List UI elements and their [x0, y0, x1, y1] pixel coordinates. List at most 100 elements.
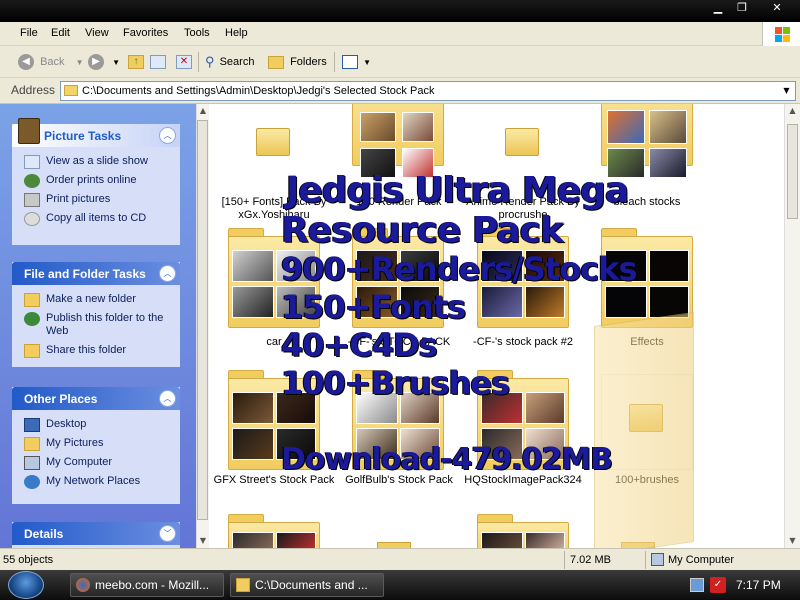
- overlay-line-7: Download-479.02MB: [281, 442, 613, 477]
- close-button[interactable]: ✕: [767, 1, 787, 16]
- task-label: Print pictures: [46, 193, 111, 205]
- taskbar-button-firefox[interactable]: meebo.com - Mozill...: [70, 573, 224, 597]
- back-label: Back: [40, 56, 65, 68]
- search-icon: ⚲: [205, 54, 215, 70]
- task-publish-web[interactable]: Publish this folder to the Web: [24, 312, 170, 338]
- taskbar-clock[interactable]: 7:17 PM: [736, 578, 781, 592]
- restore-button[interactable]: ❐: [732, 1, 752, 16]
- start-button[interactable]: [8, 571, 44, 599]
- search-button[interactable]: ⚲ Search: [205, 52, 254, 72]
- file-view-scrollbar[interactable]: ▲ ▼: [784, 104, 800, 548]
- overlay-line-6: 100+Brushes: [281, 364, 510, 402]
- status-object-count: 55 objects: [3, 554, 54, 566]
- folder-tile[interactable]: [228, 104, 320, 174]
- picture-tasks-title: Picture Tasks: [44, 129, 122, 143]
- status-size: 7.02 MB: [570, 554, 611, 566]
- cd-icon: [24, 212, 40, 226]
- overlay-line-4: 150+Fonts: [281, 288, 466, 326]
- menu-file[interactable]: File: [20, 27, 38, 39]
- task-copy-to-cd[interactable]: Copy all items to CD: [24, 212, 170, 226]
- taskbar: meebo.com - Mozill... C:\Documents and .…: [0, 570, 800, 600]
- scroll-up-icon[interactable]: ▲: [197, 104, 209, 118]
- scroll-thumb[interactable]: [197, 120, 208, 520]
- menu-bar: File Edit View Favorites Tools Help: [0, 22, 800, 46]
- delete-button[interactable]: ✕: [176, 52, 192, 72]
- task-share-folder[interactable]: Share this folder: [24, 344, 170, 358]
- picture-tasks-header[interactable]: Picture Tasks ︿: [12, 118, 180, 147]
- picture-tasks-box: Picture Tasks ︿ View as a slide show Ord…: [12, 118, 180, 245]
- up-folder-button[interactable]: ↑: [128, 52, 144, 72]
- menu-view[interactable]: View: [85, 27, 109, 39]
- overlay-line-5: 40+C4Ds: [281, 326, 438, 364]
- antivirus-tray-icon[interactable]: ✓: [710, 577, 726, 593]
- chevron-down-icon[interactable]: ▼: [779, 83, 794, 99]
- other-places-header[interactable]: Other Places ︿: [12, 387, 180, 410]
- folder-tile[interactable]: [477, 514, 569, 548]
- network-icon: [24, 475, 40, 489]
- menu-help[interactable]: Help: [225, 27, 248, 39]
- menu-tools[interactable]: Tools: [184, 27, 210, 39]
- move-to-button[interactable]: [150, 52, 166, 72]
- folder-icon: [64, 85, 78, 96]
- place-network[interactable]: My Network Places: [24, 475, 170, 489]
- folder-tile[interactable]: [477, 104, 569, 174]
- window-title-bar: ▁ ❐ ✕: [0, 0, 800, 22]
- place-desktop[interactable]: Desktop: [24, 418, 170, 432]
- menu-favorites[interactable]: Favorites: [123, 27, 168, 39]
- task-print-pictures[interactable]: Print pictures: [24, 193, 170, 207]
- place-my-pictures[interactable]: My Pictures: [24, 437, 170, 451]
- task-label: Publish this folder to the Web: [46, 312, 164, 337]
- firefox-icon: [76, 578, 90, 592]
- task-order-prints[interactable]: Order prints online: [24, 174, 170, 188]
- scroll-down-icon[interactable]: ▼: [197, 534, 209, 548]
- place-label: Desktop: [46, 418, 87, 430]
- back-button[interactable]: ◀ Back ▼: [18, 52, 84, 72]
- place-label: My Pictures: [46, 437, 104, 449]
- status-bar: 55 objects 7.02 MB My Computer: [0, 548, 800, 570]
- computer-icon: [24, 456, 40, 470]
- chevron-down-icon: ▼: [363, 58, 371, 67]
- address-bar: Address C:\Documents and Settings\Admin\…: [0, 78, 800, 104]
- file-folder-tasks-title: File and Folder Tasks: [24, 267, 146, 281]
- expand-icon[interactable]: ﹀: [159, 525, 176, 542]
- scroll-up-icon[interactable]: ▲: [785, 104, 800, 118]
- folders-button[interactable]: Folders: [268, 52, 327, 72]
- share-folder-icon: [24, 344, 40, 358]
- new-folder-icon: [24, 293, 40, 307]
- scroll-thumb[interactable]: [787, 124, 798, 219]
- place-my-computer[interactable]: My Computer: [24, 456, 170, 470]
- computer-icon: [651, 553, 664, 566]
- collapse-icon[interactable]: ︿: [159, 265, 176, 282]
- other-places-title: Other Places: [24, 392, 98, 406]
- forward-button[interactable]: ▶ ▼: [88, 52, 120, 72]
- address-field[interactable]: C:\Documents and Settings\Admin\Desktop\…: [60, 81, 796, 101]
- folder-tile[interactable]: [228, 514, 320, 548]
- windows-logo-icon: [762, 22, 800, 46]
- task-new-folder[interactable]: Make a new folder: [24, 293, 170, 307]
- move-to-icon: [150, 55, 166, 70]
- collapse-icon[interactable]: ︿: [159, 390, 176, 407]
- taskbar-button-label: meebo.com - Mozill...: [95, 578, 210, 592]
- file-folder-tasks-header[interactable]: File and Folder Tasks ︿: [12, 262, 180, 285]
- task-pane-scrollbar[interactable]: ▲ ▼: [196, 104, 209, 548]
- folder-icon: [256, 128, 290, 156]
- minimize-button[interactable]: ▁: [708, 1, 728, 16]
- folder-icon: [236, 578, 250, 592]
- task-label: Make a new folder: [46, 293, 136, 305]
- folders-label: Folders: [290, 56, 327, 68]
- views-button[interactable]: ▼: [342, 52, 371, 72]
- taskbar-button-explorer[interactable]: C:\Documents and ...: [230, 573, 384, 597]
- search-label: Search: [219, 56, 255, 68]
- pictures-folder-icon: [24, 437, 40, 451]
- folder-label[interactable]: -CF-'s stock pack #2: [453, 336, 593, 349]
- collapse-icon[interactable]: ︿: [159, 127, 176, 144]
- details-box: Details ﹀: [12, 522, 180, 548]
- place-label: My Computer: [46, 456, 113, 468]
- large-folder-graphic: [594, 311, 714, 548]
- scroll-down-icon[interactable]: ▼: [785, 534, 800, 548]
- menu-edit[interactable]: Edit: [51, 27, 70, 39]
- overlay-line-2: Resource Pack: [281, 210, 564, 251]
- network-tray-icon[interactable]: [690, 578, 704, 592]
- details-header[interactable]: Details ﹀: [12, 522, 180, 545]
- task-slide-show[interactable]: View as a slide show: [24, 155, 170, 169]
